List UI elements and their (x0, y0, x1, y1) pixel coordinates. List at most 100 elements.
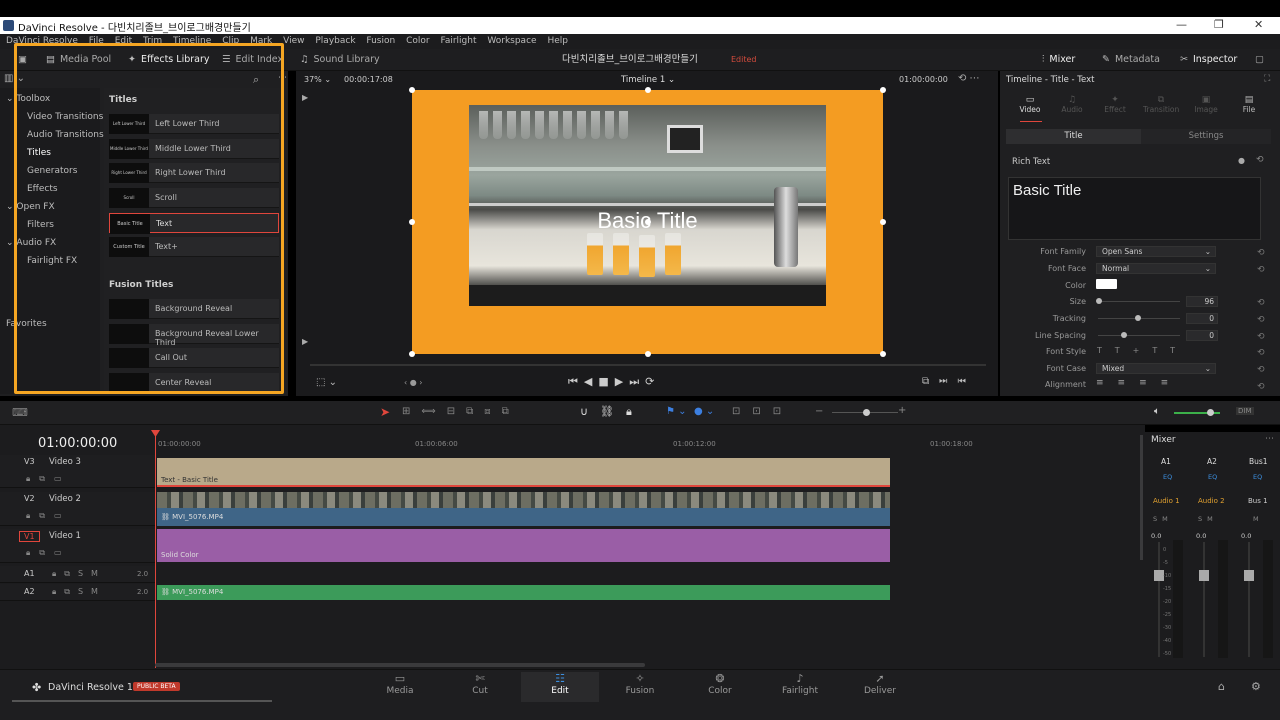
viewer-nav-icon[interactable]: ‹ ● › (404, 378, 422, 387)
menu-color[interactable]: Color (406, 34, 430, 49)
mixer-sm-buttons-a2[interactable]: SM (1198, 515, 1218, 523)
tab-effect[interactable]: ✦ Effect (1103, 95, 1127, 114)
playhead[interactable] (155, 430, 156, 668)
anchor-point-handle[interactable] (645, 219, 651, 225)
color-swatch[interactable] (1096, 279, 1117, 289)
font-family-select[interactable]: Open Sans ⌄ (1096, 246, 1216, 257)
selection-tool-icon[interactable]: ➤ (380, 405, 390, 419)
eq-button-a1[interactable]: EQ (1163, 473, 1172, 481)
inspector-expand-icon[interactable]: ⛶ (1264, 74, 1270, 84)
resize-handle[interactable] (645, 351, 651, 357)
clip-v2-thumbnails[interactable] (157, 492, 890, 508)
page-tab-cut[interactable]: ✄ Cut (441, 672, 519, 702)
size-input[interactable]: 96 (1186, 296, 1218, 307)
timeline-layout-icon[interactable]: ⌨ (12, 406, 28, 419)
clip-v1-solid-color[interactable]: Solid Color (157, 529, 890, 562)
track-v1-controls[interactable]: 🔒︎⧉▭ (26, 548, 71, 558)
fader-knob-bus1[interactable] (1244, 570, 1254, 581)
rich-text-input[interactable]: Basic Title (1008, 177, 1261, 240)
alignment-buttons[interactable]: ≡≡≡≡ (1096, 378, 1182, 388)
marker-icon[interactable]: ● ⌄ (694, 406, 714, 417)
subtab-settings[interactable]: Settings (1141, 129, 1271, 144)
timeline-vertical-scrollbar[interactable] (1140, 435, 1143, 560)
menu-view[interactable]: View (283, 34, 304, 49)
clip-v3-title[interactable]: Text - Basic Title (157, 458, 890, 487)
track-a2-controls[interactable]: 🔒︎⧉SM (52, 587, 106, 597)
tracking-input[interactable]: 0 (1186, 313, 1218, 324)
flag-icon[interactable]: ⚑ ⌄ (666, 406, 687, 417)
track-v2-controls[interactable]: 🔒︎⧉▭ (26, 511, 71, 521)
sound-library-button[interactable]: ♫ Sound Library (300, 49, 380, 71)
line-spacing-slider-knob[interactable] (1121, 332, 1127, 338)
expand-icon[interactable]: ▢ (1255, 49, 1264, 71)
mixer-options-icon[interactable]: ⋯ (1265, 434, 1274, 444)
fader-track-a2[interactable] (1203, 542, 1205, 657)
zoom-in-icon[interactable]: + (898, 405, 906, 416)
mixer-sm-buttons-a1[interactable]: SM (1153, 515, 1173, 523)
zoom-level[interactable]: 37% ⌄ (304, 75, 331, 84)
transform-tool-icon[interactable]: ⬚ ⌄ (316, 377, 337, 388)
font-style-buttons[interactable]: TT+TT (1097, 346, 1188, 355)
menu-fairlight[interactable]: Fairlight (440, 34, 476, 49)
menu-fusion[interactable]: Fusion (366, 34, 395, 49)
page-tab-edit[interactable]: ☷ Edit (521, 672, 599, 702)
volume-icon[interactable]: 🔈︎ (1154, 406, 1160, 417)
eq-button-bus1[interactable]: EQ (1253, 473, 1262, 481)
mixer-m-button-bus1[interactable]: M (1253, 515, 1259, 523)
keyframe-dot-icon[interactable]: ● (1238, 156, 1245, 165)
tab-transition[interactable]: ⧉ Transition (1143, 95, 1179, 114)
viewer-right-controls[interactable]: ⧉⏭⏮ (922, 376, 976, 387)
fader-track-a1[interactable] (1158, 542, 1160, 657)
metadata-button[interactable]: ✎ Metadata (1102, 49, 1160, 71)
clip-a2-audio[interactable]: ⛓ MVI_5076.MP4 (157, 585, 890, 600)
fader-knob-a2[interactable] (1199, 570, 1209, 581)
menu-workspace[interactable]: Workspace (487, 34, 536, 49)
tab-audio[interactable]: ♫ Audio (1060, 95, 1084, 114)
page-tab-color[interactable]: ❂ Color (681, 672, 759, 702)
transport-controls[interactable]: ⏮◀■▶⏭⟳ (568, 375, 660, 389)
dim-button[interactable]: DIM (1236, 407, 1254, 415)
minimize-icon[interactable]: — (1176, 18, 1187, 31)
reset-icon[interactable]: ⟲ (1256, 155, 1264, 165)
tracking-slider-knob[interactable] (1135, 315, 1141, 321)
viewer-options-icon[interactable]: ⟲ ⋯ (958, 73, 980, 84)
resize-handle[interactable] (409, 87, 415, 93)
line-spacing-input[interactable]: 0 (1186, 330, 1218, 341)
subtab-title[interactable]: Title (1006, 129, 1141, 144)
timeline-horizontal-scrollbar[interactable] (155, 663, 645, 667)
line-spacing-slider[interactable] (1098, 335, 1180, 336)
maximize-icon[interactable]: ❐ (1214, 18, 1224, 31)
tab-file[interactable]: ▤ File (1237, 95, 1261, 114)
font-face-select[interactable]: Normal ⌄ (1096, 263, 1216, 274)
prev-frame-marker-icon[interactable]: ▶ (302, 93, 308, 102)
track-v3-controls[interactable]: 🔒︎⧉▭ (26, 474, 71, 484)
page-tab-fusion[interactable]: ✧ Fusion (601, 672, 679, 702)
resize-handle[interactable] (409, 351, 415, 357)
snap-link-lock-tools[interactable]: ∪⛓🔒︎ (580, 405, 644, 419)
edit-tools[interactable]: ⊞⟺⊟⧉⧈⧉ (402, 406, 520, 417)
zoom-tools[interactable]: ⊡⊡⊡ (732, 406, 793, 417)
menu-playback[interactable]: Playback (315, 34, 355, 49)
resize-handle[interactable] (645, 87, 651, 93)
timeline-name-dropdown[interactable]: Timeline 1 ⌄ (621, 75, 675, 85)
resize-handle[interactable] (880, 219, 886, 225)
clip-v2-video[interactable]: ⛓ MVI_5076.MP4 (157, 508, 890, 526)
track-a1-controls[interactable]: 🔒︎⧉SM (52, 569, 106, 579)
page-tab-deliver[interactable]: ➚ Deliver (841, 672, 919, 702)
close-icon[interactable]: ✕ (1254, 18, 1263, 31)
resize-handle[interactable] (409, 219, 415, 225)
resize-handle[interactable] (880, 351, 886, 357)
tab-image[interactable]: ▣ Image (1194, 95, 1218, 114)
font-case-select[interactable]: Mixed ⌄ (1096, 363, 1216, 374)
eq-button-a2[interactable]: EQ (1208, 473, 1217, 481)
page-tab-media[interactable]: ▭ Media (361, 672, 439, 702)
size-slider[interactable] (1098, 301, 1180, 302)
inspector-button[interactable]: ✂ Inspector (1180, 49, 1237, 71)
zoom-slider-knob[interactable] (863, 409, 870, 416)
settings-gear-icon[interactable]: ⚙ (1251, 680, 1261, 693)
tab-video[interactable]: ▭ Video (1018, 95, 1042, 114)
home-icon[interactable]: ⌂ (1218, 680, 1225, 693)
next-frame-marker-icon[interactable]: ▶ (302, 337, 308, 346)
menu-help[interactable]: Help (547, 34, 568, 49)
page-tab-fairlight[interactable]: ♪ Fairlight (761, 672, 839, 702)
